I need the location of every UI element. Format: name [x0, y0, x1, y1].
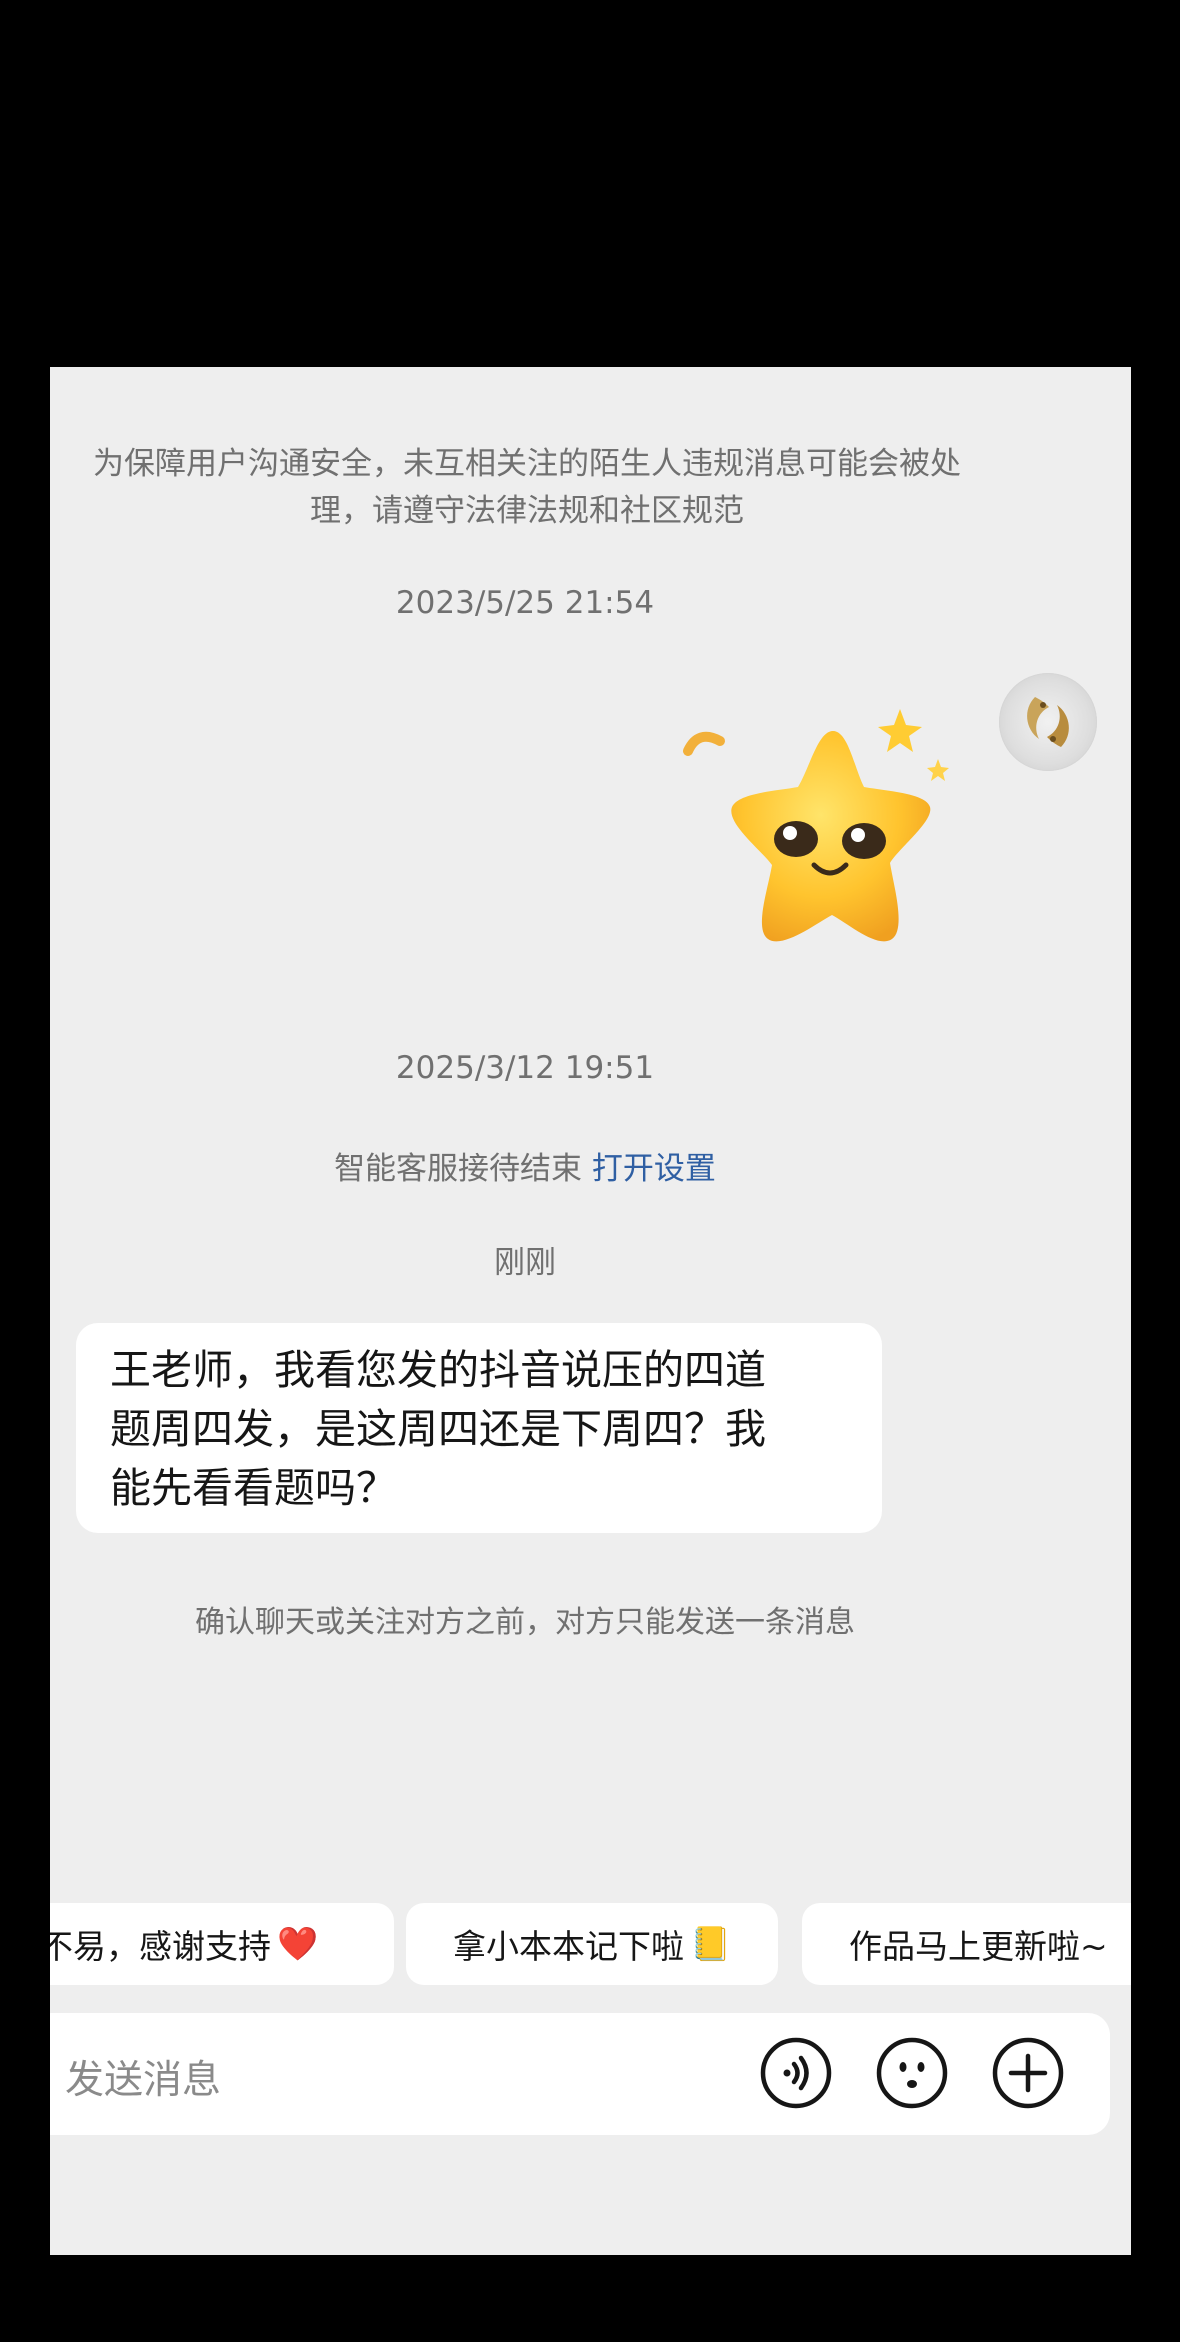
quick-reply-note-label: 拿小本本记下啦	[452, 1927, 684, 1966]
chat-screen: 为保障用户沟通安全，未互相关注的陌生人违规消息可能会被处 理，请遵守法律法规和社…	[50, 367, 1131, 2255]
quick-reply-update[interactable]: 作品马上更新啦~	[802, 1903, 1131, 1985]
safety-notice: 为保障用户沟通安全，未互相关注的陌生人违规消息可能会被处 理，请遵守法律法规和社…	[62, 441, 992, 535]
service-status-text: 智能客服接待结束	[334, 1151, 583, 1187]
notebook-icon: 📒	[689, 1924, 732, 1963]
open-settings-link[interactable]: 打开设置	[592, 1151, 716, 1187]
safety-notice-line1: 为保障用户沟通安全，未互相关注的陌生人违规消息可能会被处	[93, 446, 961, 482]
timestamp-third: 刚刚	[494, 1245, 556, 1281]
message-composer[interactable]: 发送消息	[50, 2013, 1110, 2135]
timestamp-first: 2023/5/25 21:54	[395, 585, 655, 621]
quick-reply-thanks[interactable]: 不易，感谢支持 ❤️	[50, 1903, 394, 1985]
quick-reply-note[interactable]: 拿小本本记下啦 📒	[406, 1903, 778, 1985]
message-line2: 题周四发，是这周四还是下周四？我	[110, 1405, 766, 1453]
confirm-notice: 确认聊天或关注对方之前，对方只能发送一条消息	[195, 1605, 855, 1640]
timestamp-second: 2025/3/12 19:51	[395, 1050, 655, 1086]
message-bubble[interactable]: 王老师，我看您发的抖音说压的四道 题周四发，是这周四还是下周四？我 能先看看题吗…	[76, 1323, 882, 1533]
plus-icon[interactable]	[992, 2037, 1064, 2109]
avatar[interactable]	[999, 673, 1097, 771]
heart-icon: ❤️	[277, 1924, 319, 1963]
safety-notice-line2: 理，请遵守法律法规和社区规范	[310, 493, 744, 529]
quick-reply-update-label: 作品马上更新啦~	[849, 1927, 1108, 1966]
message-input-placeholder[interactable]: 发送消息	[65, 2049, 221, 2105]
service-status: 智能客服接待结束 打开设置	[50, 1143, 1000, 1188]
voice-icon[interactable]	[760, 2037, 832, 2109]
message-line1: 王老师，我看您发的抖音说压的四道	[110, 1346, 766, 1394]
emoji-icon[interactable]	[876, 2037, 948, 2109]
message-text: 王老师，我看您发的抖音说压的四道 题周四发，是这周四还是下周四？我 能先看看题吗…	[110, 1341, 850, 1518]
message-line3: 能先看看题吗？	[110, 1464, 397, 1512]
quick-reply-thanks-label: 不易，感谢支持	[50, 1927, 271, 1966]
star-sticker	[683, 709, 949, 942]
